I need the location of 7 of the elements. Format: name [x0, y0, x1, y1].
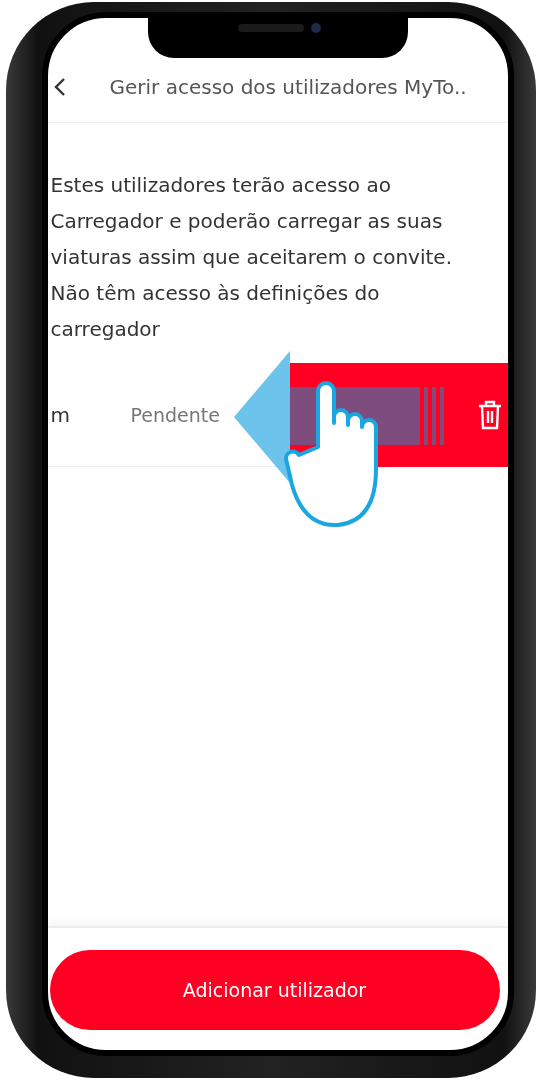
- user-name: m: [50, 402, 71, 427]
- add-user-button[interactable]: Adicionar utilizador: [49, 950, 500, 1030]
- page-title: Gerir acesso dos utilizadores MyTo..: [109, 75, 467, 99]
- status-text: Pendente: [130, 403, 220, 426]
- trash-icon: [477, 400, 502, 430]
- description-text: Estes utilizadores terão acesso ao Carregador e poderão carregar as suas viaturas assim que aceitarem o convite. Não têm acesso às definições do carregador: [50, 172, 453, 343]
- back-icon[interactable]: [53, 77, 66, 97]
